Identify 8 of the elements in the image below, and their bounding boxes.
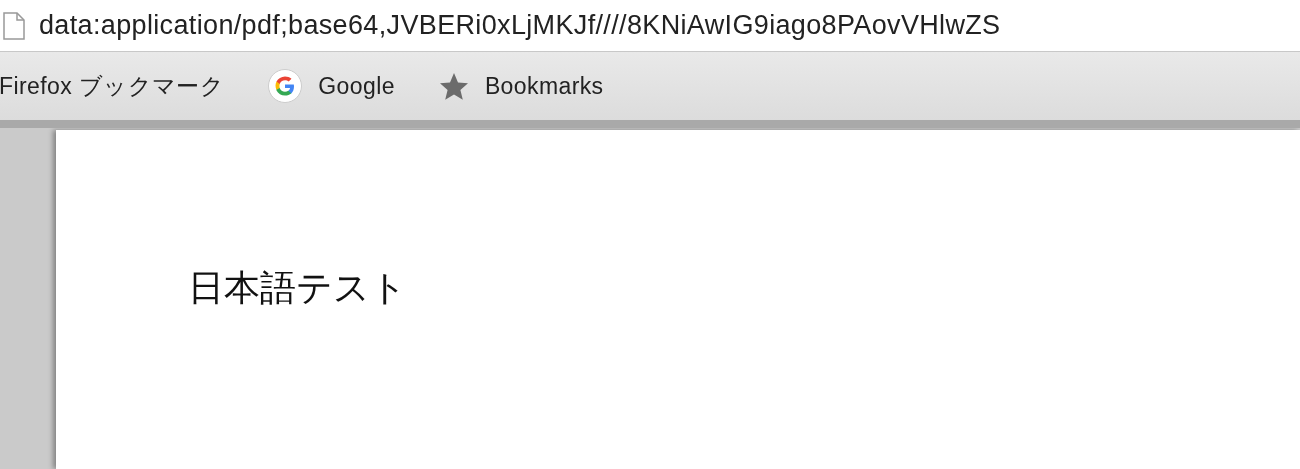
document-text: 日本語テスト xyxy=(188,267,407,309)
bookmark-item[interactable]: Bookmarks xyxy=(438,72,604,100)
bookmark-item[interactable]: Google xyxy=(268,69,395,103)
bookmark-item[interactable]: Firefox ブックマーク xyxy=(0,70,225,102)
google-icon xyxy=(268,69,303,103)
document-icon xyxy=(3,11,25,40)
star-icon xyxy=(438,72,469,100)
url-text[interactable]: data:application/pdf;base64,JVBERi0xLjMKJf////8KNiAwIG9iago8PAovVHlwZS xyxy=(39,10,1001,41)
